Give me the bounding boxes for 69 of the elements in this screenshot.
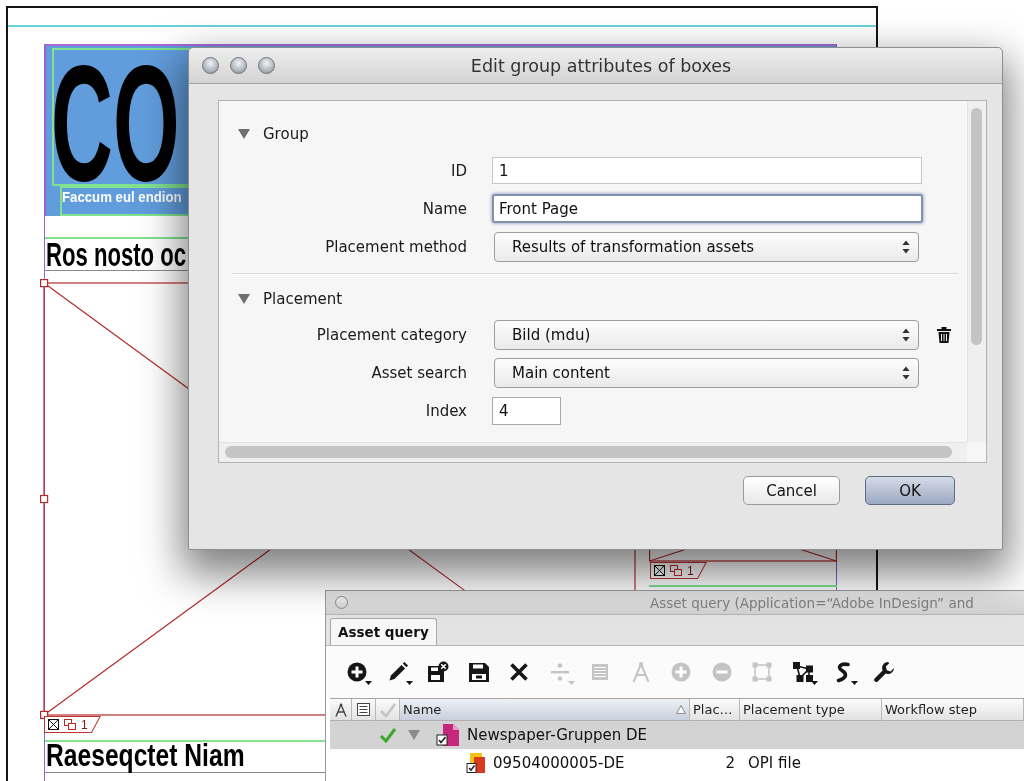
item-name: Newspaper-Gruppen DE: [467, 726, 648, 744]
dropdown[interactable]: Bild (mdu): [494, 319, 919, 350]
dialog-button[interactable]: OK: [865, 476, 955, 505]
close-button[interactable]: [202, 57, 219, 74]
field-label: Placement method: [324, 237, 467, 256]
crossed-box-icon: [48, 719, 59, 730]
plus-circle-icon[interactable]: [346, 661, 368, 683]
wrench-icon[interactable]: [872, 661, 895, 683]
sort-arrow-icon: [676, 705, 686, 714]
scrollbar-thumb[interactable]: [225, 446, 952, 458]
text-field[interactable]: Front Page: [492, 194, 923, 223]
column-header[interactable]: Plac…: [690, 699, 740, 721]
scrollbar-thumb[interactable]: [971, 108, 982, 345]
tree-row[interactable]: 09504000005-DE 2 OPI file: [330, 749, 1024, 777]
disclosure-triangle-icon[interactable]: [238, 129, 250, 139]
cross-icon[interactable]: [508, 661, 530, 683]
file-icon: [466, 752, 486, 774]
floppy-icon[interactable]: [467, 661, 490, 683]
item-name: 09504000005-DE: [493, 754, 625, 772]
frame-number: 1: [687, 564, 694, 577]
number-field[interactable]: 4: [492, 396, 561, 425]
updown-arrows-icon: [902, 239, 910, 254]
masthead-title: CO: [51, 57, 180, 189]
column-header[interactable]: Placement type: [740, 699, 882, 721]
placement-type: OPI file: [748, 754, 801, 772]
section-title: Placement: [263, 290, 343, 308]
tree-row[interactable]: Newspaper-Gruppen DE: [330, 721, 1024, 749]
linked-squares-icon: [670, 565, 682, 576]
field-label: Placement category: [315, 325, 467, 344]
field-label: Index: [424, 401, 467, 420]
linked-squares-icon: [64, 719, 76, 730]
column-header[interactable]: Workflow step: [882, 699, 1024, 721]
headline: Ros nosto oc: [46, 237, 186, 271]
column-header[interactable]: Name: [400, 699, 690, 721]
text-field[interactable]: 1: [492, 157, 922, 184]
check-icon: [378, 701, 397, 718]
window-title: Edit group attributes of boxes: [469, 55, 733, 76]
crossed-box-icon: [654, 565, 665, 576]
disclosure-triangle-icon[interactable]: [238, 294, 250, 304]
tab[interactable]: Asset query: [330, 618, 437, 645]
caret-icon[interactable]: [810, 681, 818, 685]
column-header[interactable]: [330, 699, 352, 721]
trash-icon[interactable]: [937, 326, 951, 343]
close-button[interactable]: [335, 596, 348, 609]
headline: Raeseqctet Niam: [46, 739, 245, 771]
field-label: ID: [450, 161, 467, 180]
list-icon: [357, 703, 370, 716]
nodes-icon[interactable]: [791, 661, 814, 683]
column-header[interactable]: [352, 699, 376, 721]
placement-count: 2: [725, 754, 735, 772]
dialog-button[interactable]: Cancel: [743, 476, 840, 505]
section-title: Group: [263, 125, 309, 143]
window-title: Asset query (Application=“Adobe InDesign” and: [650, 594, 974, 611]
caret-icon[interactable]: [851, 681, 858, 685]
dropdown[interactable]: Results of transformation assets: [494, 231, 919, 262]
masthead-subtitle: Faccum eul endion: [62, 189, 182, 204]
field-label: Name: [421, 199, 467, 218]
dropdown[interactable]: Main content: [494, 357, 919, 388]
field-label: Asset search: [370, 363, 467, 382]
compass-icon: [334, 702, 347, 717]
frame-number: 1: [81, 718, 88, 731]
caret-icon[interactable]: [365, 681, 372, 685]
updown-arrows-icon: [902, 365, 910, 380]
document-icon: [436, 723, 460, 747]
zoom-button[interactable]: [258, 57, 275, 74]
minimize-button[interactable]: [230, 57, 247, 74]
floppy-cross-icon[interactable]: [427, 661, 449, 683]
updown-arrows-icon: [902, 327, 910, 342]
caret-icon[interactable]: [405, 681, 413, 685]
